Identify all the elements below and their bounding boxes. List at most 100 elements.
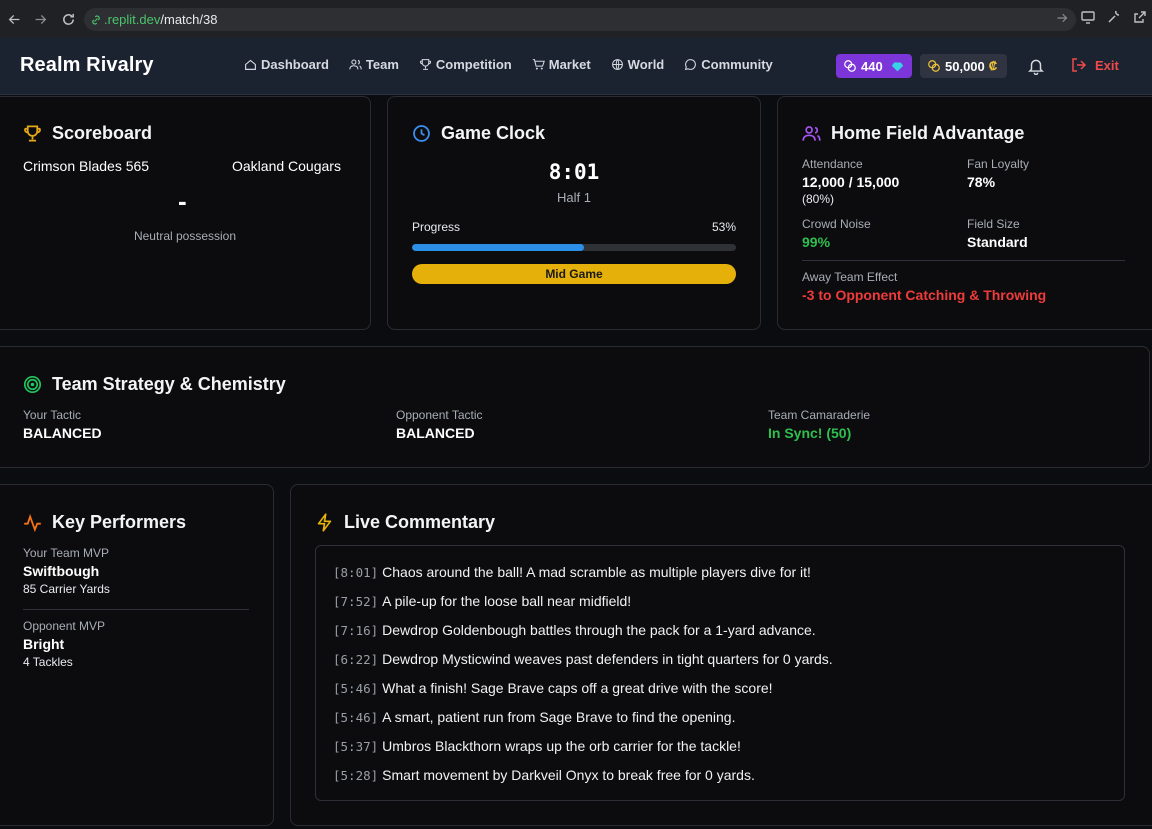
screen-icon[interactable] (1080, 9, 1096, 25)
opponent-tactic-value: BALANCED (396, 425, 475, 441)
fan-loyalty-value: 78% (967, 174, 996, 190)
opponent-mvp-label: Opponent MVP (23, 619, 106, 633)
nav-label: World (627, 57, 665, 72)
away-effect-value: -3 to Opponent Catching & Throwing (802, 287, 1047, 303)
external-link-icon[interactable] (1132, 9, 1148, 25)
coins-balance[interactable]: 50,000 ₡ (920, 54, 1007, 78)
fan-loyalty-label: Fan Loyalty (967, 157, 1030, 171)
exit-label: Exit (1095, 57, 1119, 73)
commentary-entry: [5:28] Smart movement by Darkveil Onyx to… (333, 767, 755, 783)
coins-icon (928, 60, 940, 72)
entry-text: Chaos around the ball! A mad scramble as… (382, 564, 811, 580)
reload-button[interactable] (54, 5, 82, 33)
nav-world[interactable]: World (611, 57, 665, 72)
link-icon (92, 14, 100, 25)
progress-percent: 53% (711, 220, 736, 234)
coins-amount: 50,000 (945, 58, 985, 74)
reload-icon (62, 13, 74, 25)
nav-team[interactable]: Team (349, 57, 399, 72)
opponent-tactic-label: Opponent Tactic (396, 408, 483, 422)
url-host: .replit.dev (104, 12, 161, 27)
main-nav: Dashboard Team Competition Market World … (244, 57, 773, 72)
attendance-percent: (80%) (802, 192, 835, 206)
scoreboard-title: Scoreboard (23, 123, 152, 144)
live-commentary-title: Live Commentary (315, 512, 495, 533)
progress-bar (412, 244, 736, 251)
opponent-mvp-stat: 4 Tackles (23, 655, 73, 669)
go-arrow-icon[interactable] (1056, 12, 1068, 27)
gems-amount: 440 (861, 58, 883, 74)
progress-bar-fill (412, 244, 584, 251)
opponent-mvp-name: Bright (23, 636, 65, 652)
entry-time: [6:22] (333, 652, 379, 667)
coins-icon (844, 60, 856, 72)
commentary-entry: [8:01] Chaos around the ball! A mad scram… (333, 564, 811, 580)
your-mvp-stat: 85 Carrier Yards (23, 582, 110, 596)
activity-icon (24, 513, 41, 532)
nav-market[interactable]: Market (532, 57, 591, 72)
wrench-icon[interactable] (1106, 9, 1122, 25)
commentary-entry: [6:22] Dewdrop Mysticwind weaves past def… (333, 651, 833, 667)
home-field-title: Home Field Advantage (802, 123, 1024, 144)
nav-label: Dashboard (261, 57, 329, 72)
bell-icon[interactable] (1027, 57, 1045, 75)
entry-text: Umbros Blackthorn wraps up the orb carri… (382, 738, 741, 754)
your-tactic-value: BALANCED (23, 425, 102, 441)
users-icon (349, 59, 362, 70)
clock-time: 8:01 (548, 160, 600, 184)
game-phase-badge: Mid Game (412, 264, 736, 284)
arrow-right-icon (35, 14, 46, 24)
cart-icon (532, 59, 545, 70)
entry-text: Dewdrop Mysticwind weaves past defenders… (382, 651, 833, 667)
trophy-icon (419, 59, 432, 70)
brand-title[interactable]: Realm Rivalry (20, 54, 154, 77)
strategy-card (0, 346, 1150, 468)
clock-half: Half 1 (557, 190, 591, 205)
entry-text: Smart movement by Darkveil Onyx to break… (382, 767, 755, 783)
entry-text: A pile-up for the loose ball near midfie… (382, 593, 632, 609)
attendance-value: 12,000 / 15,000 (802, 174, 900, 190)
gems-balance[interactable]: 440 (836, 54, 912, 78)
clock-icon (413, 125, 430, 142)
nav-label: Team (365, 57, 399, 72)
url-path: /match/38 (160, 12, 218, 27)
commentary-entry: [7:16] Dewdrop Goldenbough battles throug… (333, 622, 816, 638)
crowd-noise-value: 99% (802, 234, 831, 250)
possession-text: Neutral possession (133, 229, 237, 243)
entry-time: [7:52] (333, 594, 379, 609)
home-team-score: Crimson Blades 565 (23, 158, 150, 174)
performers-divider (23, 609, 249, 610)
progress-label: Progress (412, 220, 461, 234)
away-team-name: Oakland Cougars (232, 158, 341, 174)
field-size-label: Field Size (967, 217, 1020, 231)
field-size-value: Standard (967, 234, 1028, 250)
nav-community[interactable]: Community (684, 57, 773, 72)
lightning-icon (317, 513, 332, 532)
camaraderie-label: Team Camaraderie (768, 408, 871, 422)
entry-time: [5:46] (333, 710, 379, 725)
entry-text: What a finish! Sage Brave caps off a gre… (382, 680, 773, 696)
target-icon (23, 375, 42, 394)
nav-dashboard[interactable]: Dashboard (244, 57, 329, 72)
score-separator: - (178, 186, 187, 216)
game-clock-title: Game Clock (412, 123, 545, 144)
crowd-noise-label: Crowd Noise (802, 217, 871, 231)
your-mvp-label: Your Team MVP (23, 546, 110, 560)
arrow-left-icon (8, 14, 19, 24)
credit-icon: ₡ (988, 59, 998, 73)
forward-button[interactable] (26, 5, 54, 33)
commentary-log[interactable]: [8:01] Chaos around the ball! A mad scram… (315, 545, 1125, 801)
back-button[interactable] (0, 5, 28, 33)
users-icon (802, 126, 821, 141)
exit-button[interactable]: Exit (1071, 57, 1119, 73)
your-tactic-label: Your Tactic (23, 408, 82, 422)
globe-icon (611, 59, 623, 70)
logout-icon (1072, 58, 1087, 72)
commentary-entry: [5:37] Umbros Blackthorn wraps up the orb… (333, 738, 741, 754)
address-bar[interactable]: .replit.dev/match/38 (84, 8, 1076, 31)
entry-text: Dewdrop Goldenbough battles through the … (382, 622, 816, 638)
nav-competition[interactable]: Competition (419, 57, 512, 72)
home-field-divider (802, 260, 1125, 261)
entry-text: A smart, patient run from Sage Brave to … (382, 709, 736, 725)
entry-time: [7:16] (333, 623, 379, 638)
